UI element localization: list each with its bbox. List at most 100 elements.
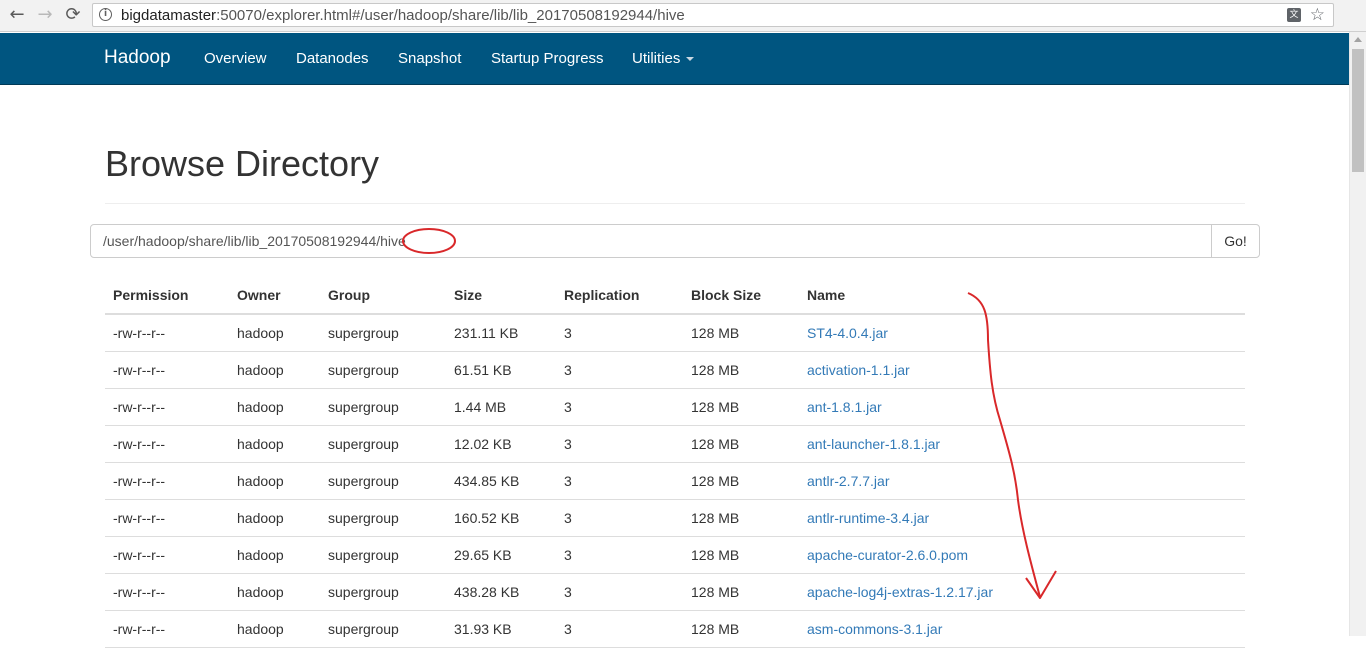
nav-startup-progress[interactable]: Startup Progress — [491, 50, 604, 67]
column-header-permission[interactable]: Permission — [105, 277, 229, 315]
column-header-size[interactable]: Size — [446, 277, 556, 315]
cell-group: supergroup — [320, 351, 446, 389]
navbar-brand[interactable]: Hadoop — [104, 47, 171, 69]
file-name-link[interactable]: asm-commons-3.1.jar — [807, 621, 942, 637]
cell-group: supergroup — [320, 536, 446, 574]
cell-group: supergroup — [320, 610, 446, 648]
cell-name: asm-commons-3.1.jar — [799, 610, 1245, 648]
cell-name: ant-launcher-1.8.1.jar — [799, 425, 1245, 463]
table-row: -rw-r--r-- hadoop supergroup 29.65 KB 3 128 M… — [105, 536, 1245, 574]
cell-size: 29.65 KB — [446, 536, 556, 574]
back-arrow-icon[interactable]: ← — [5, 4, 29, 26]
column-header-name[interactable]: Name — [799, 277, 1245, 315]
cell-size: 438.28 KB — [446, 573, 556, 611]
page-scrollbar[interactable] — [1349, 32, 1366, 636]
cell-name: antlr-runtime-3.4.jar — [799, 499, 1245, 537]
nav-utilities-dropdown[interactable]: Utilities — [632, 50, 695, 67]
column-header-owner[interactable]: Owner — [229, 277, 320, 315]
cell-size: 12.02 KB — [446, 425, 556, 463]
file-name-link[interactable]: apache-curator-2.6.0.pom — [807, 547, 968, 563]
cell-size: 31.93 KB — [446, 610, 556, 648]
go-button[interactable]: Go! — [1211, 224, 1260, 258]
table-header-row: Permission Owner Group Size Replication … — [105, 277, 1245, 315]
cell-block-size: 128 MB — [683, 388, 799, 426]
cell-owner: hadoop — [229, 314, 320, 352]
cell-owner: hadoop — [229, 499, 320, 537]
cell-group: supergroup — [320, 499, 446, 537]
cell-replication: 3 — [556, 351, 683, 389]
translate-icon[interactable]: 文 — [1287, 8, 1301, 22]
cell-owner: hadoop — [229, 610, 320, 648]
cell-permission: -rw-r--r-- — [105, 536, 229, 574]
table-row: -rw-r--r-- hadoop supergroup 231.11 KB 3 128 … — [105, 314, 1245, 352]
caret-down-icon — [686, 57, 695, 62]
column-header-group[interactable]: Group — [320, 277, 446, 315]
file-name-link[interactable]: ant-launcher-1.8.1.jar — [807, 436, 940, 452]
file-name-link[interactable]: activation-1.1.jar — [807, 362, 910, 378]
cell-permission: -rw-r--r-- — [105, 388, 229, 426]
cell-name: antlr-2.7.7.jar — [799, 462, 1245, 500]
cell-owner: hadoop — [229, 536, 320, 574]
cell-permission: -rw-r--r-- — [105, 573, 229, 611]
cell-size: 1.44 MB — [446, 388, 556, 426]
cell-group: supergroup — [320, 314, 446, 352]
cell-replication: 3 — [556, 425, 683, 463]
cell-replication: 3 — [556, 314, 683, 352]
cell-replication: 3 — [556, 388, 683, 426]
info-icon[interactable]: i — [99, 8, 112, 21]
nav-snapshot[interactable]: Snapshot — [398, 50, 461, 67]
nav-overview[interactable]: Overview — [204, 50, 267, 67]
directory-listing-table: Permission Owner Group Size Replication … — [105, 277, 1245, 648]
cell-owner: hadoop — [229, 573, 320, 611]
cell-name: ST4-4.0.4.jar — [799, 314, 1245, 352]
cell-name: activation-1.1.jar — [799, 351, 1245, 389]
cell-replication: 3 — [556, 536, 683, 574]
url-path: :50070/explorer.html#/user/hadoop/share/… — [216, 7, 685, 24]
table-row: -rw-r--r-- hadoop supergroup 31.93 KB 3 128 M… — [105, 610, 1245, 648]
address-bar[interactable]: i bigdatamaster:50070/explorer.html#/use… — [92, 3, 1334, 27]
cell-block-size: 128 MB — [683, 499, 799, 537]
directory-path-input[interactable] — [90, 224, 1212, 258]
bookmark-star-icon[interactable]: ☆ — [1310, 5, 1325, 25]
table-row: -rw-r--r-- hadoop supergroup 12.02 KB 3 128 M… — [105, 425, 1245, 463]
cell-permission: -rw-r--r-- — [105, 425, 229, 463]
column-header-replication[interactable]: Replication — [556, 277, 683, 315]
file-name-link[interactable]: ST4-4.0.4.jar — [807, 325, 888, 341]
cell-name: apache-curator-2.6.0.pom — [799, 536, 1245, 574]
cell-block-size: 128 MB — [683, 351, 799, 389]
scrollbar-thumb[interactable] — [1352, 49, 1364, 172]
cell-owner: hadoop — [229, 425, 320, 463]
cell-permission: -rw-r--r-- — [105, 610, 229, 648]
browser-toolbar: ← → ⟳ i bigdatamaster:50070/explorer.htm… — [0, 0, 1366, 32]
cell-permission: -rw-r--r-- — [105, 499, 229, 537]
cell-group: supergroup — [320, 573, 446, 611]
cell-replication: 3 — [556, 462, 683, 500]
file-name-link[interactable]: antlr-2.7.7.jar — [807, 473, 889, 489]
cell-permission: -rw-r--r-- — [105, 462, 229, 500]
file-name-link[interactable]: ant-1.8.1.jar — [807, 399, 882, 415]
cell-replication: 3 — [556, 499, 683, 537]
file-name-link[interactable]: apache-log4j-extras-1.2.17.jar — [807, 584, 993, 600]
cell-owner: hadoop — [229, 351, 320, 389]
title-divider — [105, 203, 1245, 204]
cell-permission: -rw-r--r-- — [105, 351, 229, 389]
column-header-block-size[interactable]: Block Size — [683, 277, 799, 315]
url-host: bigdatamaster — [121, 7, 217, 24]
file-name-link[interactable]: antlr-runtime-3.4.jar — [807, 510, 929, 526]
page-title: Browse Directory — [105, 143, 380, 184]
table-row: -rw-r--r-- hadoop supergroup 61.51 KB 3 128 M… — [105, 351, 1245, 389]
reload-icon[interactable]: ⟳ — [61, 4, 85, 26]
cell-owner: hadoop — [229, 462, 320, 500]
cell-block-size: 128 MB — [683, 573, 799, 611]
forward-arrow-icon[interactable]: → — [33, 4, 57, 26]
cell-owner: hadoop — [229, 388, 320, 426]
address-url[interactable]: bigdatamaster:50070/explorer.html#/user/… — [121, 7, 685, 24]
cell-replication: 3 — [556, 610, 683, 648]
table-row: -rw-r--r-- hadoop supergroup 438.28 KB 3 128 … — [105, 573, 1245, 611]
cell-group: supergroup — [320, 462, 446, 500]
cell-group: supergroup — [320, 388, 446, 426]
nav-datanodes[interactable]: Datanodes — [296, 50, 369, 67]
table-row: -rw-r--r-- hadoop supergroup 434.85 KB 3 128 … — [105, 462, 1245, 500]
cell-size: 61.51 KB — [446, 351, 556, 389]
scroll-up-arrow-icon[interactable] — [1354, 37, 1362, 42]
